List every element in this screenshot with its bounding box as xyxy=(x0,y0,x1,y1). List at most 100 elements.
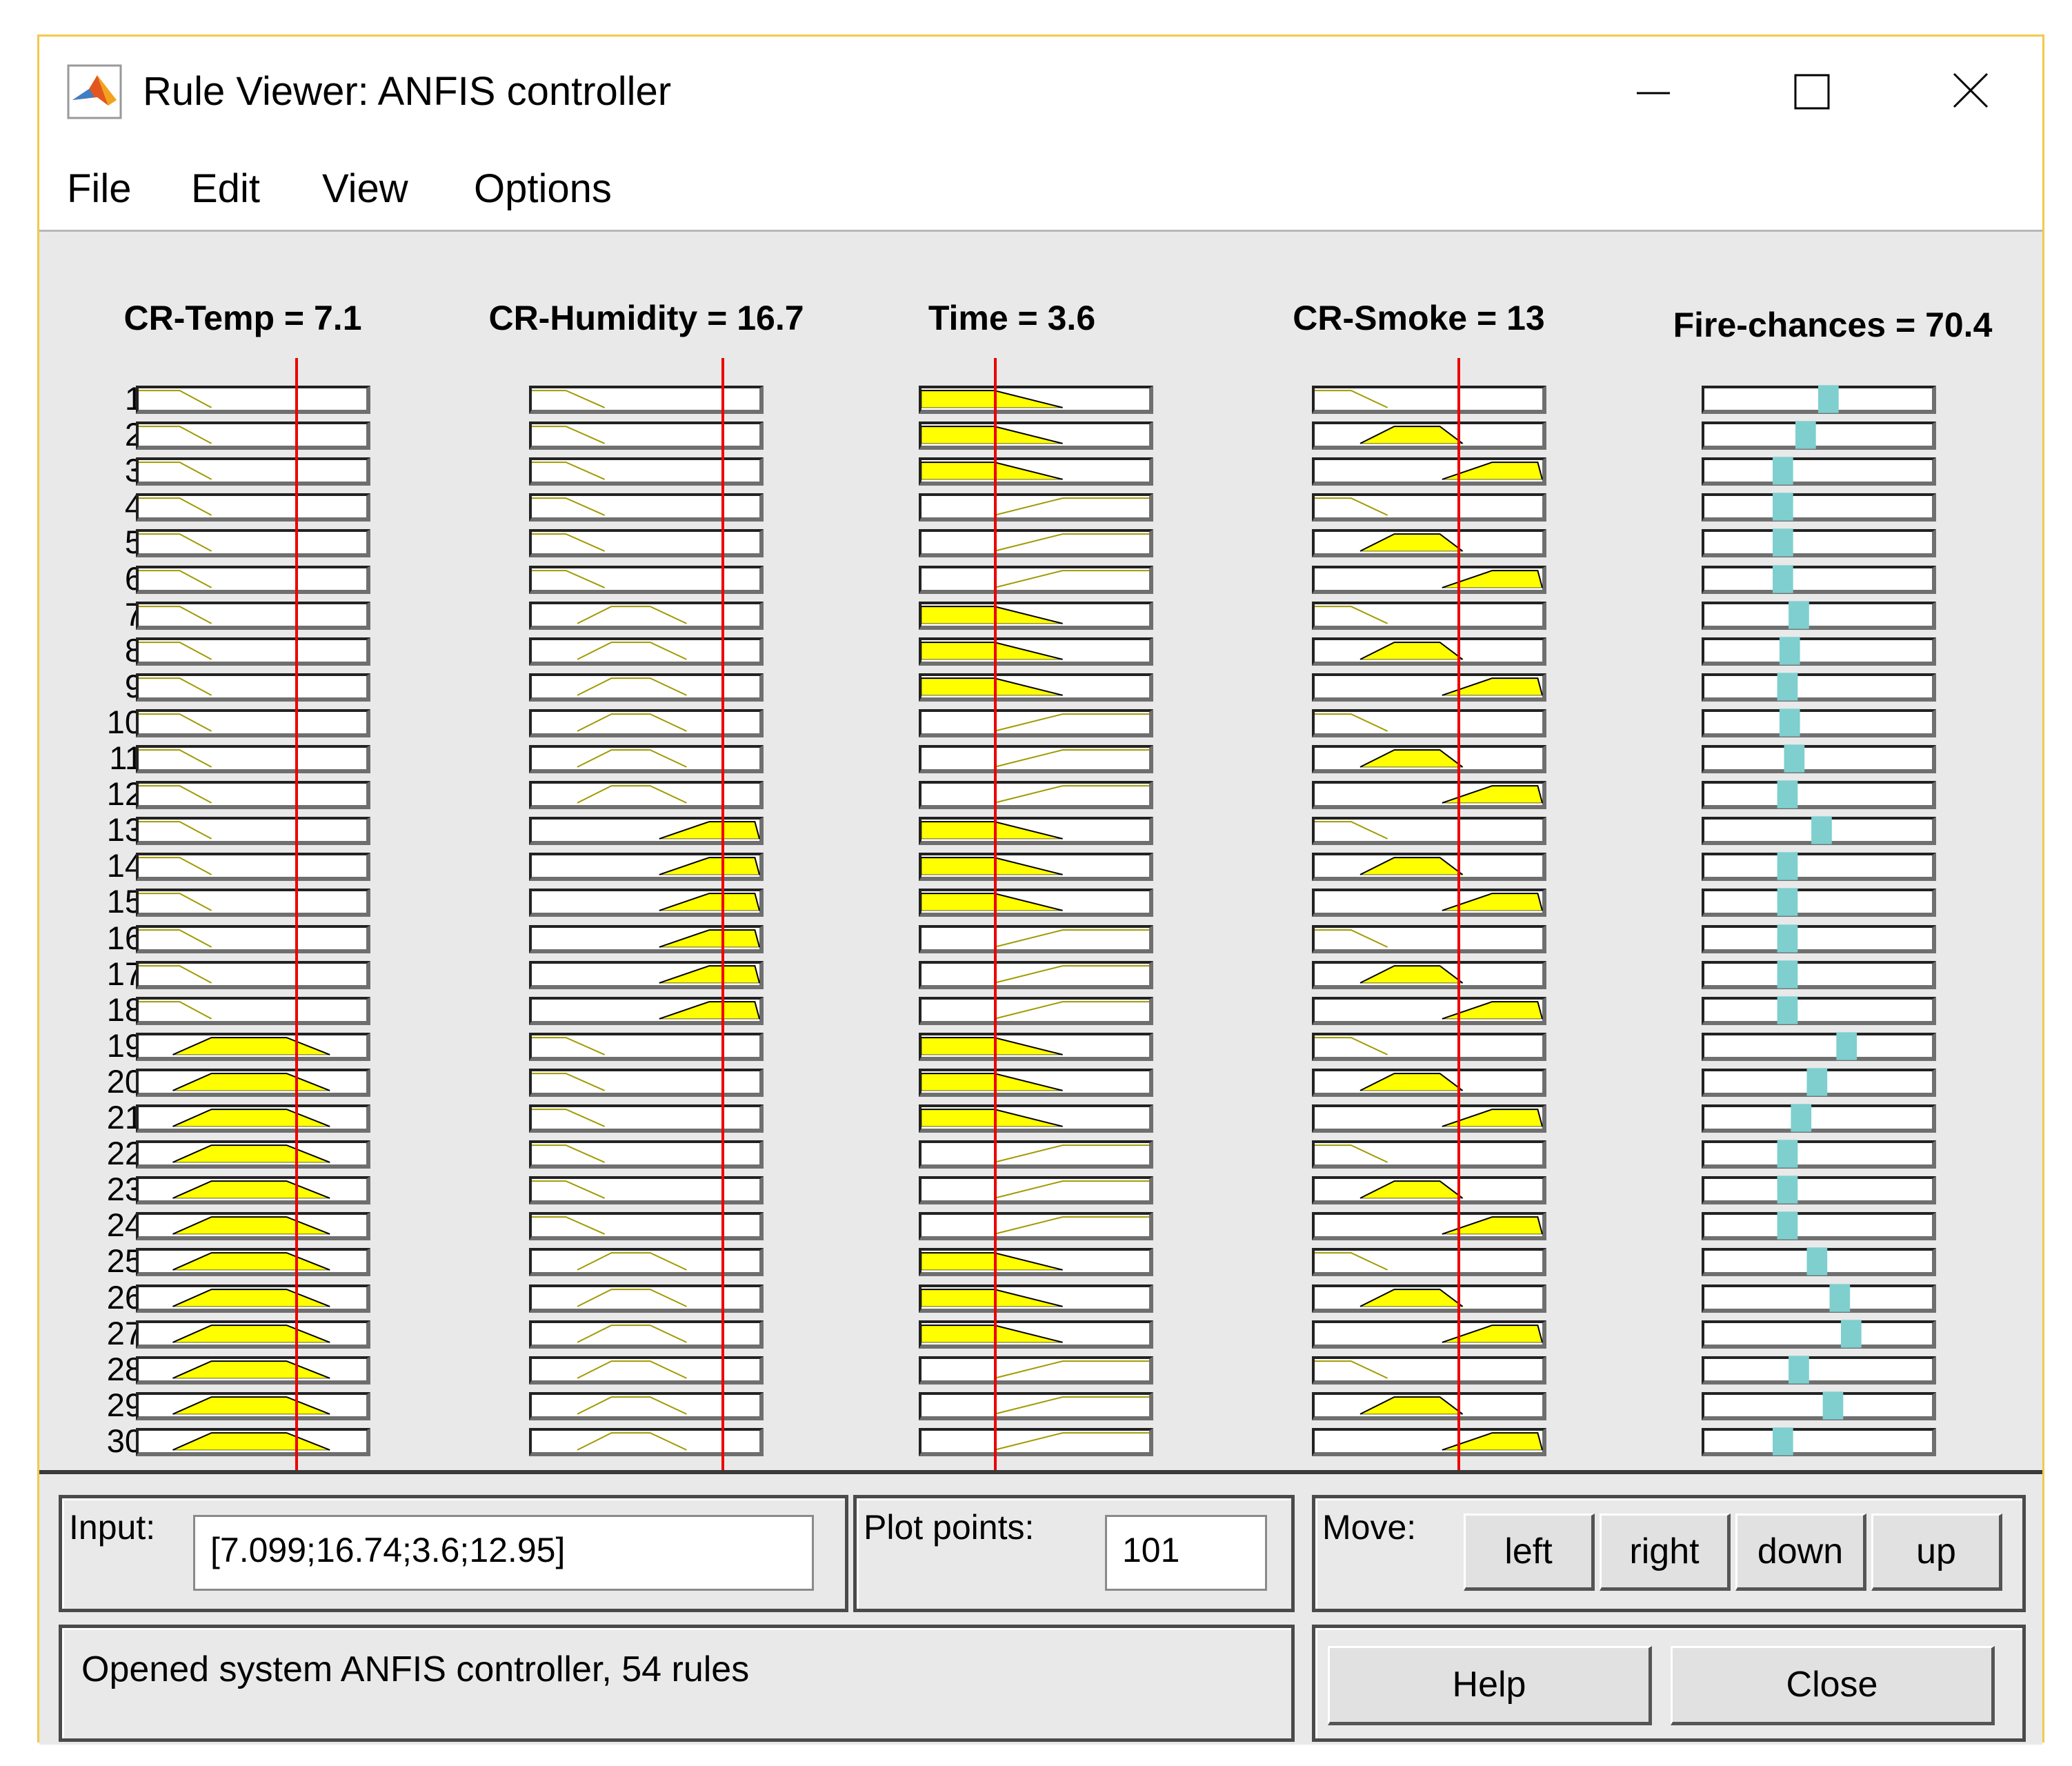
rule-number: 3 xyxy=(124,452,143,489)
membership-function-plot xyxy=(919,529,1153,558)
output-function-plot xyxy=(1702,528,1936,558)
membership-function-plot xyxy=(919,637,1153,666)
output-function-plot xyxy=(1702,600,1936,630)
rule-number: 30 xyxy=(106,1422,143,1459)
membership-function-plot xyxy=(529,745,764,773)
membership-function-plot xyxy=(1312,708,1546,737)
help-button[interactable]: Help xyxy=(1328,1646,1652,1725)
output-function-plot xyxy=(1702,960,1936,989)
membership-function-plot xyxy=(529,960,764,989)
membership-function-plot xyxy=(1312,1391,1546,1420)
plot-points-field[interactable]: 101 xyxy=(1105,1515,1267,1591)
output-function-plot xyxy=(1702,996,1936,1025)
var-title-cr-temp: CR-Temp = 7.1 xyxy=(123,299,362,337)
var-title-time: Time = 3.6 xyxy=(928,299,1096,337)
rule-number: 17 xyxy=(106,955,143,992)
move-frame: Move: left right down up xyxy=(1312,1495,2026,1612)
membership-function-plot xyxy=(1312,1140,1546,1169)
minimize-icon[interactable] xyxy=(1619,61,1688,123)
membership-function-plot xyxy=(1312,637,1546,666)
output-function-plot xyxy=(1702,1247,1936,1277)
membership-function-plot xyxy=(919,565,1153,594)
rule-number: 15 xyxy=(106,883,143,920)
rule-number: 7 xyxy=(124,595,143,633)
input-cursor-line[interactable] xyxy=(993,358,997,1470)
close-button[interactable]: Close xyxy=(1671,1646,1995,1725)
membership-function-plot xyxy=(136,601,370,630)
input-field[interactable]: [7.099;16.74;3.6;12.95] xyxy=(193,1515,814,1591)
rule-number: 6 xyxy=(124,559,143,597)
membership-function-plot xyxy=(136,565,370,594)
input-cursor-line[interactable] xyxy=(721,358,724,1470)
input-cursor-line[interactable] xyxy=(295,358,299,1470)
output-function-plot xyxy=(1702,637,1936,666)
membership-function-plot xyxy=(529,1356,764,1385)
membership-function-plot xyxy=(919,1427,1153,1456)
membership-function-plot xyxy=(919,1284,1153,1313)
membership-function-plot xyxy=(529,1284,764,1313)
membership-function-plot xyxy=(136,889,370,917)
membership-function-plot xyxy=(1312,457,1546,486)
move-left-button[interactable]: left xyxy=(1464,1514,1595,1591)
rule-number: 19 xyxy=(106,1026,143,1064)
membership-function-plot xyxy=(919,889,1153,917)
output-function-plot xyxy=(1702,852,1936,882)
rule-number: 23 xyxy=(106,1171,143,1208)
membership-function-plot xyxy=(1312,673,1546,702)
output-function-plot xyxy=(1702,1104,1936,1133)
membership-function-plot xyxy=(919,817,1153,846)
membership-function-plot xyxy=(919,457,1153,486)
maximize-icon[interactable] xyxy=(1777,61,1846,123)
help-close-frame: Help Close xyxy=(1312,1625,2026,1742)
membership-function-plot xyxy=(136,1427,370,1456)
output-function-plot xyxy=(1702,1391,1936,1420)
membership-function-plot xyxy=(1312,529,1546,558)
rule-plot-area[interactable]: CR-Temp = 7.1 CR-Humidity = 16.7 Time = … xyxy=(39,232,2042,1470)
membership-function-plot xyxy=(1312,924,1546,953)
menu-options[interactable]: Options xyxy=(474,165,612,213)
membership-function-plot xyxy=(529,421,764,450)
status-text: Opened system ANFIS controller, 54 rules xyxy=(81,1649,750,1689)
membership-function-plot xyxy=(919,1248,1153,1277)
membership-function-plot xyxy=(919,1068,1153,1097)
membership-function-plot xyxy=(529,637,764,666)
menu-file[interactable]: File xyxy=(67,165,131,213)
membership-function-plot xyxy=(529,1320,764,1349)
rule-number: 5 xyxy=(124,524,143,561)
menu-edit[interactable]: Edit xyxy=(191,165,260,213)
menu-view[interactable]: View xyxy=(322,165,408,213)
membership-function-plot xyxy=(529,1391,764,1420)
membership-function-plot xyxy=(136,708,370,737)
move-right-button[interactable]: right xyxy=(1600,1514,1731,1591)
rule-number: 21 xyxy=(106,1099,143,1135)
membership-function-plot xyxy=(919,708,1153,737)
rule-number: 13 xyxy=(106,811,143,849)
rule-number: 9 xyxy=(124,667,143,704)
membership-function-plot xyxy=(136,1391,370,1420)
rule-number: 4 xyxy=(124,488,143,525)
input-label: Input: xyxy=(69,1508,156,1547)
membership-function-plot xyxy=(919,493,1153,522)
membership-function-plot xyxy=(1312,601,1546,630)
input-cursor-line[interactable] xyxy=(1457,358,1460,1470)
membership-function-plot xyxy=(919,601,1153,630)
membership-function-plot xyxy=(919,960,1153,989)
move-down-button[interactable]: down xyxy=(1735,1514,1866,1591)
membership-function-plot xyxy=(1312,889,1546,917)
move-up-button[interactable]: up xyxy=(1871,1514,2002,1591)
rule-number: 29 xyxy=(106,1386,143,1423)
output-function-plot xyxy=(1702,744,1936,773)
membership-function-plot xyxy=(136,1068,370,1097)
membership-function-plot xyxy=(1312,565,1546,594)
membership-function-plot xyxy=(529,529,764,558)
rule-number: 16 xyxy=(106,919,143,956)
close-icon[interactable] xyxy=(1936,61,2005,123)
membership-function-plot xyxy=(529,1140,764,1169)
output-function-plot xyxy=(1702,1283,1936,1313)
membership-function-plot xyxy=(136,1104,370,1133)
membership-function-plot xyxy=(136,529,370,558)
membership-function-plot xyxy=(919,673,1153,702)
membership-function-plot xyxy=(529,996,764,1025)
membership-function-plot xyxy=(1312,1176,1546,1205)
membership-function-plot xyxy=(136,1212,370,1241)
